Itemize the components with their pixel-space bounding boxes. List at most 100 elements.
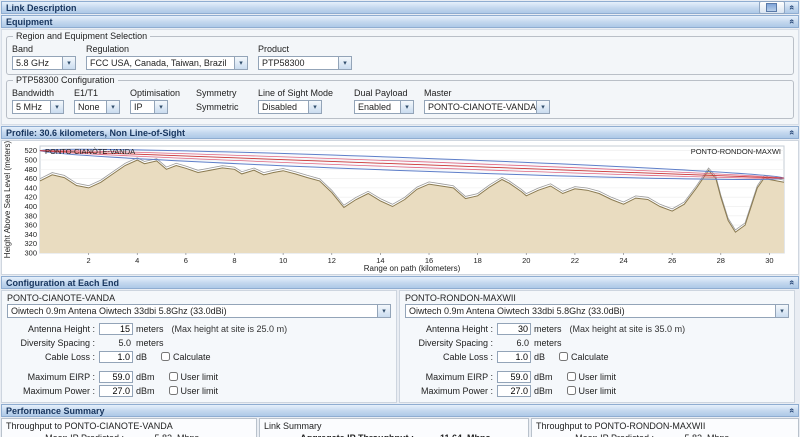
optimisation-select[interactable]: IP ▾	[130, 100, 168, 114]
chevron-down-icon: ▾	[536, 101, 549, 113]
dual-payload-select[interactable]: Enabled ▾	[354, 100, 414, 114]
unit-label: meters	[136, 324, 164, 334]
regulation-select[interactable]: FCC USA, Canada, Taiwan, Brazil ▾	[86, 56, 248, 70]
svg-text:480: 480	[24, 165, 37, 174]
perf-unit: Mbps	[177, 433, 199, 437]
performance-row: Mean IP Predicted : 5.82 Mbps	[6, 432, 252, 437]
user-limit-checkbox-label[interactable]: User limit	[169, 372, 219, 382]
section-title-link-description: Link Description	[6, 3, 77, 13]
antenna-height-label: Antenna Height :	[7, 324, 95, 334]
svg-text:26: 26	[668, 256, 676, 265]
max-eirp-input[interactable]	[497, 371, 531, 383]
region-equipment-group: Region and Equipment Selection Band 5.8 …	[6, 36, 794, 75]
master-label: Master	[424, 88, 550, 98]
svg-text:10: 10	[279, 256, 287, 265]
user-limit-checkbox-label[interactable]: User limit	[169, 386, 219, 396]
perf-label: Aggregate IP Throughput :	[264, 433, 414, 437]
cable-loss-row: Cable Loss : dB Calculate	[405, 350, 789, 363]
section-header-config-each-end[interactable]: Configuration at Each End »	[1, 276, 799, 289]
svg-text:PONTO-CIANÒTE-VANDA: PONTO-CIANÒTE-VANDA	[45, 147, 135, 156]
cable-loss-row: Cable Loss : dB Calculate	[7, 350, 391, 363]
section-title-config-each-end: Configuration at Each End	[6, 278, 119, 288]
svg-text:12: 12	[328, 256, 336, 265]
section-title-performance: Performance Summary	[6, 406, 105, 416]
chevron-down-icon: ▾	[308, 101, 321, 113]
diversity-spacing-value: 6.0	[497, 338, 531, 348]
calculate-checkbox-label[interactable]: Calculate	[559, 352, 609, 362]
antenna-select[interactable]: Oiwtech 0.9m Antena Oiwtech 33dbi 5.8Ghz…	[7, 304, 391, 318]
performance-column-title: Throughput to PONTO-CIANOTE-VANDA	[6, 421, 252, 432]
user-limit-checkbox-label[interactable]: User limit	[567, 372, 617, 382]
perf-value: 5.82	[130, 433, 172, 437]
los-mode-select[interactable]: Disabled ▾	[258, 100, 322, 114]
cable-loss-input[interactable]	[99, 351, 133, 363]
optimisation-field: Optimisation IP ▾	[130, 88, 186, 114]
svg-text:420: 420	[24, 193, 37, 202]
linkplanner-window: Link Description » Equipment » Region an…	[0, 0, 800, 437]
los-mode-value: Disabled	[259, 102, 308, 112]
e1t1-select[interactable]: None ▾	[74, 100, 120, 114]
band-label: Band	[12, 44, 76, 54]
performance-panel: Throughput to PONTO-CIANOTE-VANDA Mean I…	[1, 418, 799, 437]
antenna-select[interactable]: Oiwtech 0.9m Antena Oiwtech 33dbi 5.8Ghz…	[405, 304, 789, 318]
band-select[interactable]: 5.8 GHz ▾	[12, 56, 76, 70]
user-limit-checkbox[interactable]	[567, 372, 576, 381]
e1t1-value: None	[75, 102, 106, 112]
chevron-down-icon: ▾	[62, 57, 75, 69]
perf-value: 5.82	[660, 433, 702, 437]
unit-label: meters	[534, 324, 562, 334]
chevron-down-icon: ▾	[775, 305, 788, 317]
calculate-checkbox-label[interactable]: Calculate	[161, 352, 211, 362]
section-title-profile: Profile: 30.6 kilometers, Non Line-of-Si…	[6, 128, 185, 138]
perf-value: 11.64	[420, 433, 462, 437]
calculate-text: Calculate	[571, 352, 609, 362]
user-limit-checkbox[interactable]	[567, 386, 576, 395]
max-power-label: Maximum Power :	[7, 386, 95, 396]
unit-label: meters	[136, 338, 164, 348]
profile-chart: 3003203403603804004204404604805005202468…	[1, 140, 799, 275]
max-power-input[interactable]	[497, 385, 531, 397]
performance-column-title: Link Summary	[264, 421, 524, 432]
user-limit-text: User limit	[181, 372, 219, 382]
chevron-down-icon: ▾	[154, 101, 167, 113]
user-limit-checkbox[interactable]	[169, 386, 178, 395]
collapse-chevron-icon[interactable]: »	[787, 130, 796, 135]
antenna-height-input[interactable]	[497, 323, 531, 335]
unit-label: meters	[534, 338, 562, 348]
profile-chart-svg: 3003203403603804004204404604805005202468…	[2, 141, 798, 274]
los-mode-field: Line of Sight Mode Disabled ▾	[258, 88, 344, 114]
svg-text:460: 460	[24, 174, 37, 183]
group-title: Region and Equipment Selection	[13, 31, 150, 41]
bandwidth-select[interactable]: 5 MHz ▾	[12, 100, 64, 114]
config-each-end-panel: PONTO-CIANOTE-VANDA Oiwtech 0.9m Antena …	[1, 290, 799, 403]
diversity-spacing-row: Diversity Spacing : 5.0 meters	[7, 336, 391, 349]
max-power-input[interactable]	[99, 385, 133, 397]
performance-column-left: Throughput to PONTO-CIANOTE-VANDA Mean I…	[1, 418, 257, 437]
collapse-chevron-icon[interactable]: »	[787, 408, 796, 413]
max-eirp-input[interactable]	[99, 371, 133, 383]
dual-payload-label: Dual Payload	[354, 88, 414, 98]
collapse-chevron-icon[interactable]: »	[787, 5, 796, 10]
cable-loss-input[interactable]	[497, 351, 531, 363]
master-select[interactable]: PONTO-CIANOTE-VANDA ▾	[424, 100, 550, 114]
cable-loss-label: Cable Loss :	[7, 352, 95, 362]
panel-button[interactable]	[759, 1, 785, 14]
section-header-link-description[interactable]: Link Description »	[1, 1, 799, 14]
calculate-checkbox[interactable]	[161, 352, 170, 361]
calculate-text: Calculate	[173, 352, 211, 362]
chevron-down-icon: ▾	[50, 101, 63, 113]
section-header-profile[interactable]: Profile: 30.6 kilometers, Non Line-of-Si…	[1, 126, 799, 139]
product-select[interactable]: PTP58300 ▾	[258, 56, 352, 70]
performance-column-center: Link Summary Aggregate IP Throughput : 1…	[259, 418, 529, 437]
calculate-checkbox[interactable]	[559, 352, 568, 361]
antenna-height-input[interactable]	[99, 323, 133, 335]
optimisation-value: IP	[131, 102, 154, 112]
section-header-equipment[interactable]: Equipment »	[1, 15, 799, 28]
unit-label: dBm	[534, 386, 553, 396]
dual-payload-field: Dual Payload Enabled ▾	[354, 88, 414, 114]
section-header-performance[interactable]: Performance Summary »	[1, 404, 799, 417]
collapse-chevron-icon[interactable]: »	[787, 19, 796, 24]
collapse-chevron-icon[interactable]: »	[787, 280, 796, 285]
user-limit-checkbox[interactable]	[169, 372, 178, 381]
user-limit-checkbox-label[interactable]: User limit	[567, 386, 617, 396]
